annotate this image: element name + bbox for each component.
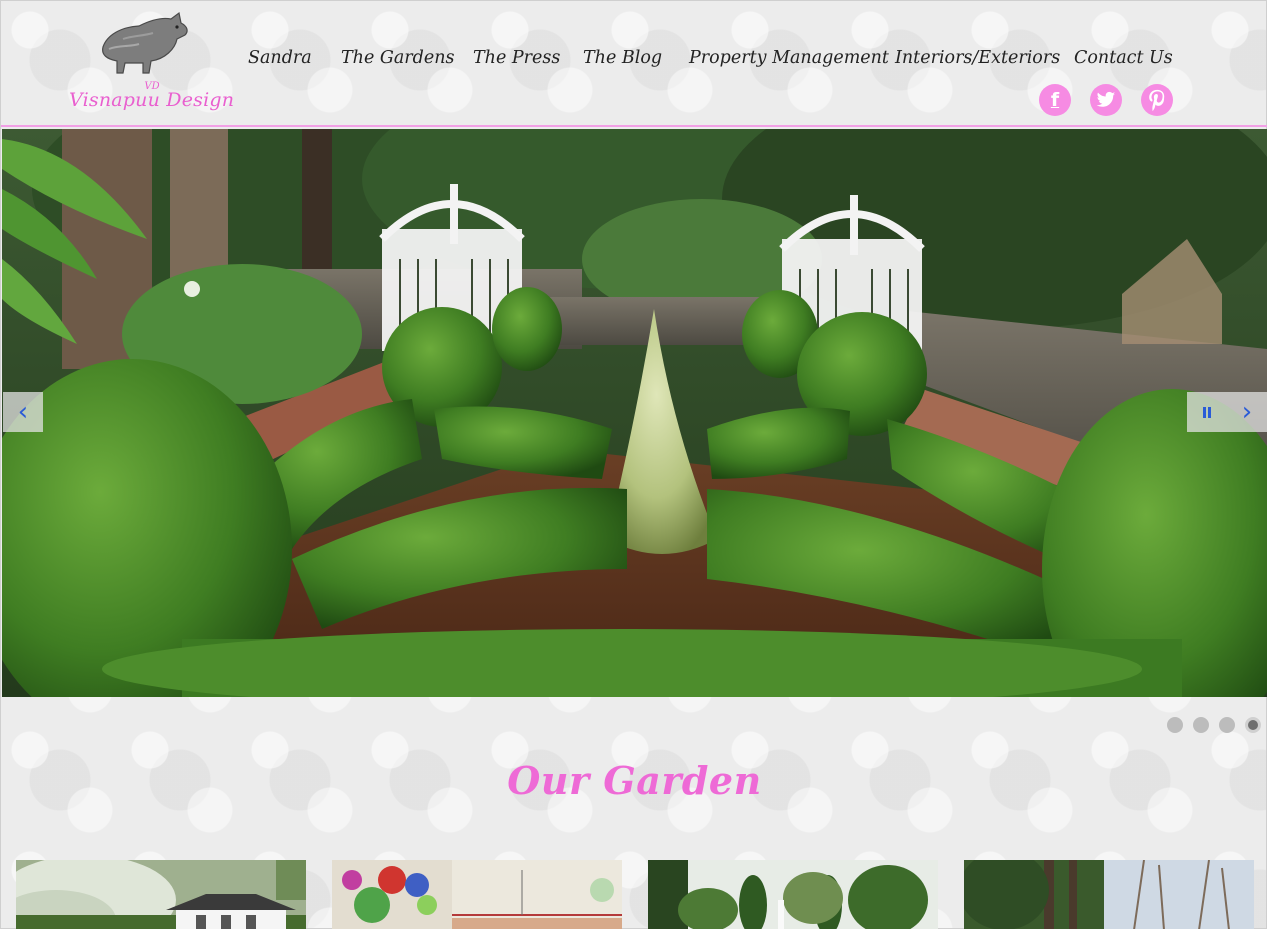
slider-next-button[interactable]: › — [1227, 392, 1267, 432]
slider-dot-1[interactable] — [1167, 717, 1183, 733]
nav-item-the-blog[interactable]: The Blog — [583, 48, 662, 68]
facebook-icon[interactable]: f — [1039, 84, 1071, 116]
slider-pause-button[interactable] — [1187, 392, 1227, 432]
gallery-thumbnail-3[interactable] — [648, 860, 938, 929]
nav-item-interiors-exteriors[interactable]: Interiors/Exteriors — [895, 48, 1060, 68]
gallery-thumbnail-2[interactable] — [332, 860, 622, 929]
section-title-our-garden: Our Garden — [507, 758, 762, 803]
slider-prev-button[interactable]: ‹ — [3, 392, 43, 432]
chevron-right-icon: › — [1241, 397, 1253, 427]
woodland-thumbnail — [964, 860, 1254, 929]
main-nav: Sandra The Gardens The Press The Blog Pr… — [1, 48, 1267, 76]
pause-icon-bar-right — [1208, 406, 1211, 418]
gallery-thumbnail-4[interactable] — [964, 860, 1254, 929]
pinterest-icon[interactable] — [1141, 84, 1173, 116]
house-garden-thumbnail — [16, 860, 306, 929]
garden-plan-thumbnail — [332, 860, 622, 929]
slider-pagination — [1167, 717, 1267, 733]
nav-item-property-management[interactable]: Property Management — [689, 48, 889, 68]
hero-slider[interactable]: ‹ › — [2, 129, 1267, 697]
chevron-left-icon: ‹ — [17, 397, 29, 427]
pinterest-p-icon — [1149, 89, 1165, 111]
nav-item-the-press[interactable]: The Press — [473, 48, 560, 68]
facebook-glyph: f — [1050, 89, 1060, 111]
hero-garden-image — [2, 129, 1267, 697]
tree-lined-garden-thumbnail — [648, 860, 938, 929]
slider-dot-3[interactable] — [1219, 717, 1235, 733]
slider-dot-2[interactable] — [1193, 717, 1209, 733]
slider-dot-4[interactable] — [1245, 717, 1261, 733]
nav-item-contact-us[interactable]: Contact Us — [1074, 48, 1173, 68]
gallery-thumbnail-1[interactable] — [16, 860, 306, 929]
twitter-icon[interactable] — [1090, 84, 1122, 116]
pause-icon-bar-left — [1203, 406, 1206, 418]
nav-item-sandra[interactable]: Sandra — [248, 48, 312, 68]
nav-item-the-gardens[interactable]: The Gardens — [341, 48, 454, 68]
site-header: VD Visnapuu Design Sandra The Gardens Th… — [1, 1, 1267, 127]
twitter-bird-icon — [1096, 91, 1116, 107]
logo-wordmark: Visnapuu Design — [69, 89, 235, 111]
